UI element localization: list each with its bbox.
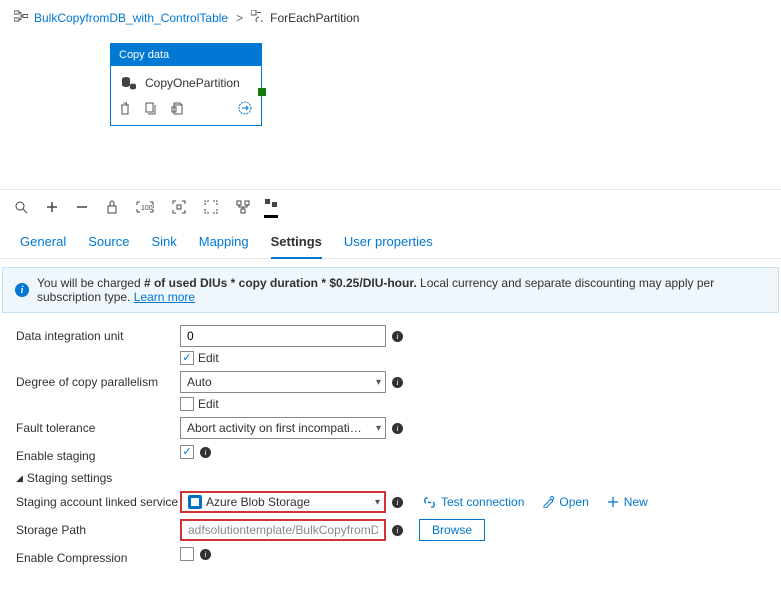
edit-label: Edit [198, 351, 219, 365]
pricing-info-bar: i You will be charged # of used DIUs * c… [2, 267, 779, 313]
success-output-handle[interactable] [258, 88, 266, 96]
settings-form: Data integration unit i ✓ Edit Degree of… [0, 325, 781, 565]
zoom-in-icon[interactable] [46, 201, 58, 216]
linked-service-label: Staging account linked service [16, 491, 180, 509]
enable-staging-label: Enable staging [16, 445, 180, 463]
test-connection-icon [423, 496, 436, 509]
new-link[interactable]: New [607, 495, 648, 509]
breadcrumb-separator: > [234, 11, 245, 25]
layout-icon[interactable] [236, 200, 250, 217]
fit-screen-icon[interactable] [172, 200, 186, 217]
staging-settings-toggle[interactable]: ◢ Staging settings [16, 471, 765, 485]
diu-label: Data integration unit [16, 325, 180, 343]
info-icon[interactable]: i [392, 331, 403, 342]
add-output-icon[interactable] [237, 100, 253, 119]
diu-edit-checkbox[interactable]: ✓ [180, 351, 194, 365]
search-icon[interactable] [14, 200, 28, 217]
blob-storage-icon [188, 495, 202, 509]
info-icon: i [15, 283, 29, 297]
canvas-toolbar: 100% [0, 189, 781, 224]
diu-input[interactable] [180, 325, 386, 347]
copy-activity-card[interactable]: Copy data CopyOnePartition [110, 43, 262, 126]
svg-text:100%: 100% [141, 205, 154, 212]
tab-settings[interactable]: Settings [271, 230, 322, 259]
foreach-icon [251, 10, 264, 25]
linked-service-select[interactable]: Azure Blob Storage ▾ [180, 491, 386, 513]
align-icon[interactable] [264, 198, 278, 218]
activity-type-label: Copy data [111, 44, 261, 66]
lock-icon[interactable] [106, 200, 118, 217]
pipeline-canvas[interactable]: Copy data CopyOnePartition [0, 33, 781, 183]
fault-tolerance-label: Fault tolerance [16, 417, 180, 435]
storage-path-label: Storage Path [16, 519, 180, 537]
parallelism-select[interactable]: Auto ▾ [180, 371, 386, 393]
info-icon[interactable]: i [392, 377, 403, 388]
breadcrumb-current: ForEachPartition [270, 11, 359, 25]
info-text-bold: # of used DIUs * copy duration * $0.25/D… [144, 276, 417, 290]
storage-path-input[interactable] [180, 519, 386, 541]
fullscreen-icon[interactable] [204, 200, 218, 217]
activity-name: CopyOnePartition [145, 76, 240, 90]
fit-zoom-icon[interactable]: 100% [136, 201, 154, 216]
enable-compression-label: Enable Compression [16, 547, 180, 565]
open-link[interactable]: Open [542, 495, 588, 509]
database-icon [121, 76, 137, 90]
info-icon[interactable]: i [200, 447, 211, 458]
breadcrumb: BulkCopyfromDB_with_ControlTable > ForEa… [0, 0, 781, 33]
linked-service-value: Azure Blob Storage [206, 495, 310, 509]
plus-icon [607, 496, 619, 508]
zoom-out-icon[interactable] [76, 201, 88, 216]
tab-sink[interactable]: Sink [151, 230, 176, 258]
fault-tolerance-select[interactable]: Abort activity on first incompatible row… [180, 417, 386, 439]
staging-settings-label: Staging settings [27, 471, 112, 485]
collapse-triangle-icon: ◢ [16, 473, 23, 484]
info-icon[interactable]: i [200, 549, 211, 560]
parallelism-label: Degree of copy parallelism [16, 371, 180, 389]
chevron-down-icon: ▾ [375, 497, 380, 508]
parallelism-value: Auto [187, 375, 212, 389]
breadcrumb-parent-link[interactable]: BulkCopyfromDB_with_ControlTable [34, 11, 228, 25]
chevron-down-icon: ▾ [376, 377, 381, 388]
info-icon[interactable]: i [392, 423, 403, 434]
delete-icon[interactable] [119, 102, 131, 118]
pipeline-icon [14, 10, 28, 25]
info-icon[interactable]: i [392, 525, 403, 536]
info-text-prefix: You will be charged [37, 276, 144, 290]
browse-button[interactable]: Browse [419, 519, 485, 541]
tab-mapping[interactable]: Mapping [199, 230, 249, 258]
copy-icon[interactable] [171, 102, 183, 118]
test-connection-link[interactable]: Test connection [423, 495, 524, 509]
parallelism-edit-checkbox[interactable] [180, 397, 194, 411]
fault-tolerance-value: Abort activity on first incompatible row [187, 421, 367, 435]
tab-source[interactable]: Source [88, 230, 129, 258]
tab-user-properties[interactable]: User properties [344, 230, 433, 258]
clone-icon[interactable] [145, 102, 157, 118]
edit-label: Edit [198, 397, 219, 411]
info-icon[interactable]: i [392, 497, 403, 508]
enable-compression-checkbox[interactable] [180, 547, 194, 561]
tab-general[interactable]: General [20, 230, 66, 258]
pencil-icon [542, 496, 554, 508]
enable-staging-checkbox[interactable]: ✓ [180, 445, 194, 459]
learn-more-link[interactable]: Learn more [134, 290, 195, 304]
activity-tabs: General Source Sink Mapping Settings Use… [0, 224, 781, 259]
chevron-down-icon: ▾ [376, 423, 381, 434]
